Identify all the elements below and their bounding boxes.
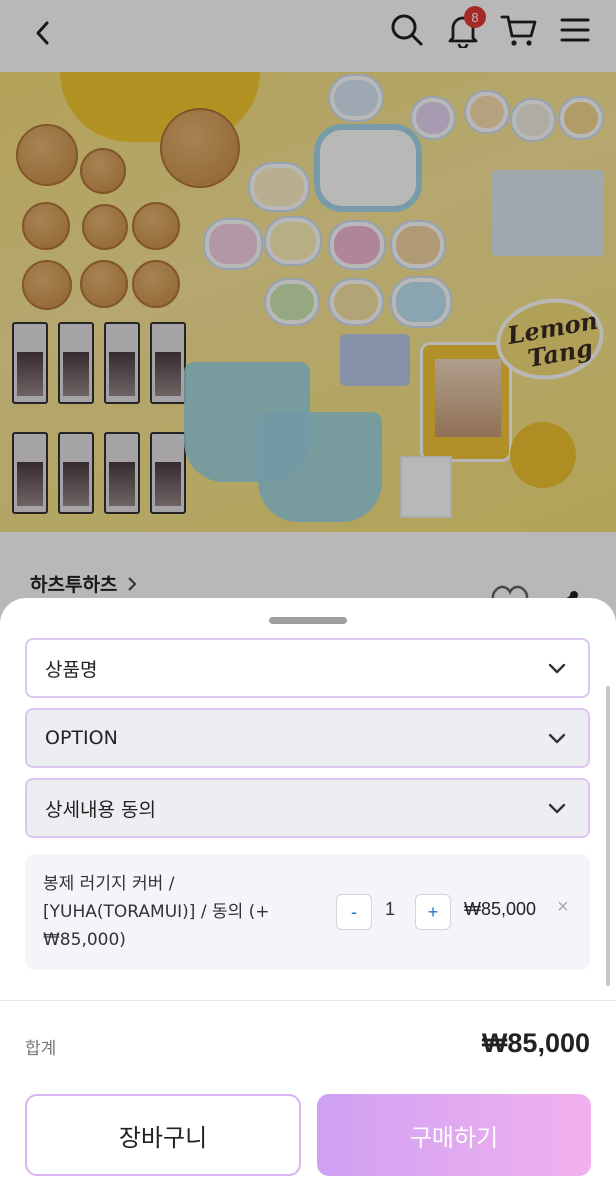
selected-item: 봉제 러기지 커버 / [YUHA(TORAMUI)] / 동의 (+ ₩85,… [25, 854, 590, 970]
divider [0, 1000, 616, 1001]
remove-item-button[interactable]: × [557, 896, 569, 919]
chevron-down-icon [548, 733, 566, 744]
add-to-cart-label: 장바구니 [118, 1123, 208, 1152]
sheet-scrollbar[interactable] [606, 686, 610, 986]
purchase-bottom-sheet: 상품명 OPTION 상세내용 동의 봉제 러기지 커버 / [YUHA(TOR… [0, 598, 616, 1200]
sheet-drag-handle[interactable] [269, 617, 347, 624]
selected-item-price: ₩85,000 [464, 899, 537, 919]
quantity-decrease-button[interactable]: - [336, 894, 372, 930]
buy-now-label: 구매하기 [409, 1123, 499, 1152]
quantity-value: 1 [385, 899, 396, 919]
option-select[interactable]: OPTION [25, 708, 590, 768]
product-name-select[interactable]: 상품명 [25, 638, 590, 698]
add-to-cart-button[interactable]: 장바구니 [25, 1094, 301, 1176]
detail-agree-select[interactable]: 상세내용 동의 [25, 778, 590, 838]
option-select-label: OPTION [45, 727, 118, 749]
total-price: ₩85,000 [481, 1028, 590, 1058]
quantity-increase-button[interactable]: + [415, 894, 451, 930]
detail-agree-select-label: 상세내용 동의 [45, 798, 156, 821]
chevron-down-icon [548, 663, 566, 674]
product-name-select-label: 상품명 [45, 658, 98, 681]
chevron-down-icon [548, 803, 566, 814]
buy-now-button[interactable]: 구매하기 [317, 1094, 591, 1176]
selected-item-description: 봉제 러기지 커버 / [YUHA(TORAMUI)] / 동의 (+ ₩85,… [43, 874, 270, 950]
total-label: 합계 [25, 1039, 57, 1059]
